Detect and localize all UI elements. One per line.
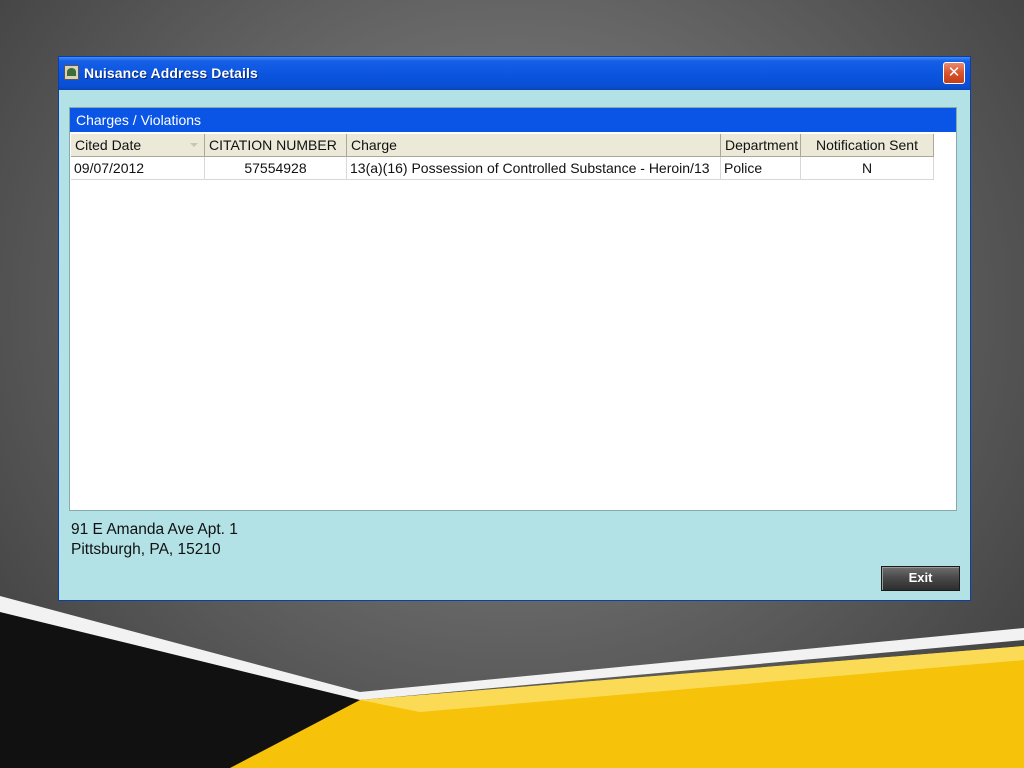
column-header-label: Cited Date xyxy=(75,137,142,153)
sort-arrow-icon xyxy=(190,143,198,147)
window-title: Nuisance Address Details xyxy=(84,65,258,81)
column-header-notification-sent[interactable]: Notification Sent xyxy=(801,134,934,157)
nuisance-address-window: Nuisance Address Details ✕ Charges / Vio… xyxy=(58,56,971,601)
exit-button[interactable]: Exit xyxy=(881,566,960,591)
charges-panel: Charges / Violations Cited Date CITATION… xyxy=(69,107,957,511)
charges-panel-header: Charges / Violations xyxy=(70,108,956,132)
address-line-1: 91 E Amanda Ave Apt. 1 xyxy=(71,521,238,538)
address-line-2: Pittsburgh, PA, 15210 xyxy=(71,541,221,558)
cell-department[interactable]: Police xyxy=(721,157,801,180)
column-header-department[interactable]: Department xyxy=(721,134,801,157)
column-header-charge[interactable]: Charge xyxy=(347,134,721,157)
cell-notification-sent[interactable]: N xyxy=(801,157,934,180)
column-header-cited-date[interactable]: Cited Date xyxy=(71,134,205,157)
table-row[interactable]: 09/07/2012 57554928 13(a)(16) Possession… xyxy=(71,157,934,180)
grid-header-row: Cited Date CITATION NUMBER Charge Depart… xyxy=(71,134,934,157)
address-block: 91 E Amanda Ave Apt. 1 Pittsburgh, PA, 1… xyxy=(71,520,238,560)
cell-citation-number[interactable]: 57554928 xyxy=(205,157,347,180)
cell-cited-date[interactable]: 09/07/2012 xyxy=(71,157,205,180)
column-header-citation-number[interactable]: CITATION NUMBER xyxy=(205,134,347,157)
window-titlebar[interactable]: Nuisance Address Details ✕ xyxy=(59,57,970,90)
app-icon xyxy=(64,65,79,80)
close-icon[interactable]: ✕ xyxy=(943,62,965,84)
cell-charge[interactable]: 13(a)(16) Possession of Controlled Subst… xyxy=(347,157,721,180)
